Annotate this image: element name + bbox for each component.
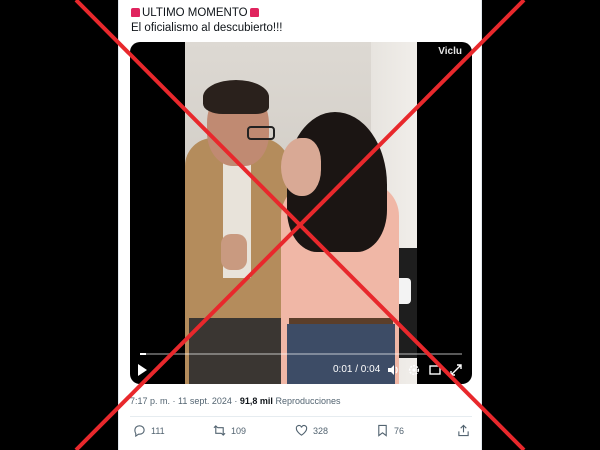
views-count: 91,8 mil: [239, 396, 273, 406]
reply-icon: [134, 425, 145, 437]
video-time: 0:01 / 0:04: [333, 364, 381, 375]
man-pants: [189, 318, 285, 384]
repost-button[interactable]: 109: [213, 424, 246, 437]
tweet-headline: ULTIMO MOMENTO: [142, 7, 248, 19]
like-icon: [295, 424, 308, 436]
views-label: Reproducciones: [272, 396, 341, 406]
tweet-meta: 7:17 p. m. · 11 sept. 2024 · 91,8 mil Re…: [130, 396, 340, 406]
tweet-card: ULTIMO MOMENTO El oficialismo al descubi…: [118, 0, 482, 450]
video-player[interactable]: Viclu 0:01 / 0:04: [130, 42, 472, 384]
progress-fill: [140, 353, 147, 355]
repost-count: 109: [231, 425, 247, 436]
volume-icon[interactable]: [386, 363, 400, 377]
expand-icon[interactable]: [428, 363, 442, 377]
action-bar: 111 109 328 76: [133, 424, 473, 442]
share-icon: [458, 424, 469, 437]
bookmark-icon: [378, 424, 387, 437]
divider: [130, 416, 472, 417]
timestamp[interactable]: 7:17 p. m. · 11 sept. 2024 ·: [130, 396, 240, 406]
glasses: [247, 126, 275, 140]
settings-icon[interactable]: [407, 363, 421, 377]
siren-icon: [131, 8, 140, 17]
play-icon[interactable]: [138, 364, 147, 376]
like-count: 328: [313, 425, 329, 436]
video-frame: [185, 42, 417, 384]
like-button[interactable]: 328: [295, 424, 328, 437]
repost-icon: [213, 425, 226, 436]
fullscreen-icon[interactable]: [449, 363, 463, 377]
thumbs-up-hand: [221, 234, 247, 270]
woman-face: [281, 138, 321, 196]
share-button[interactable]: [457, 424, 470, 437]
bookmark-count: 76: [394, 425, 405, 436]
reply-count: 111: [151, 425, 165, 436]
progress-bar[interactable]: [140, 353, 462, 355]
tweet-text: ULTIMO MOMENTO El oficialismo al descubi…: [131, 6, 282, 36]
tweet-line-2: El oficialismo al descubierto!!!: [131, 22, 283, 34]
bookmark-button[interactable]: 76: [376, 424, 404, 437]
reply-button[interactable]: 111: [133, 424, 165, 437]
tweet-line-1: ULTIMO MOMENTO: [131, 6, 282, 21]
siren-icon: [249, 8, 259, 17]
man-hair: [203, 80, 269, 114]
video-watermark: Viclu: [438, 46, 462, 57]
